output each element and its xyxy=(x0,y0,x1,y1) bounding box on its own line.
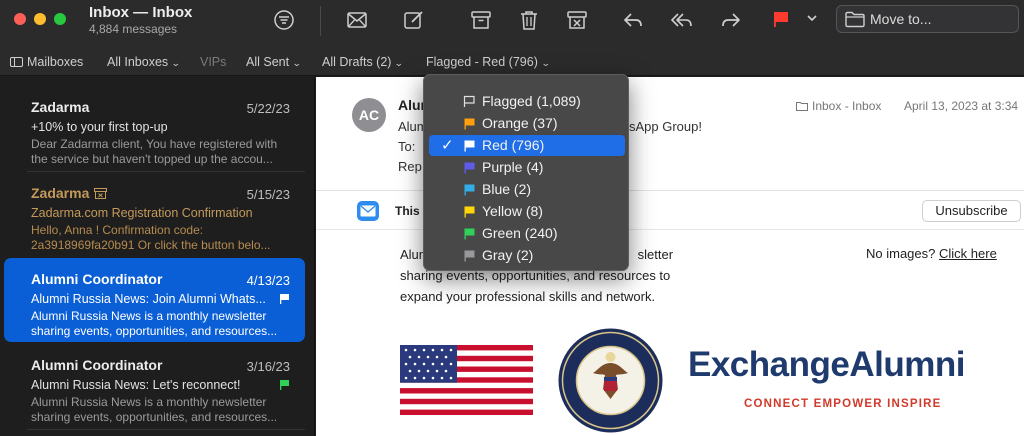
message-subject: Alumni Russia News: Join Alumni Whats... xyxy=(31,292,266,306)
reply-icon[interactable] xyxy=(619,8,647,32)
flag-icon[interactable] xyxy=(772,10,790,28)
avatar: AC xyxy=(352,98,386,132)
menu-item-flagged[interactable]: Flagged (1,089) xyxy=(429,91,625,112)
all-sent-button[interactable]: All Sent ⌄ xyxy=(246,55,302,69)
menu-item-green[interactable]: Green (240) xyxy=(429,223,625,244)
checkmark-icon: ✓ xyxy=(441,137,454,154)
menu-item-yellow[interactable]: Yellow (8) xyxy=(429,201,625,222)
chevron-down-icon: ⌄ xyxy=(540,58,551,68)
toolbar: Inbox — Inbox 4,884 messages Move to... xyxy=(0,0,1024,48)
message-list: Zadarma 5/22/23 +10% to your first top-u… xyxy=(0,77,315,436)
chevron-down-icon: ⌄ xyxy=(171,58,181,68)
us-flag-image xyxy=(400,345,533,415)
flag-icon xyxy=(280,294,289,304)
header-date: April 13, 2023 at 3:34 xyxy=(904,99,1019,113)
message-row-selected[interactable]: Alumni Coordinator 4/13/23 Alumni Russia… xyxy=(4,258,305,342)
banner-text: This xyxy=(395,204,420,218)
menu-item-blue[interactable]: Blue (2) xyxy=(429,179,625,200)
menu-item-purple[interactable]: Purple (4) xyxy=(429,157,625,178)
message-sender: Zadarma xyxy=(31,99,90,115)
junk-icon xyxy=(94,188,108,199)
vips-button[interactable]: VIPs xyxy=(200,55,226,69)
gray-flag-icon xyxy=(464,250,475,262)
click-here-link[interactable]: Click here xyxy=(939,246,997,261)
message-count: 4,884 messages xyxy=(89,22,178,36)
menu-item-orange[interactable]: Orange (37) xyxy=(429,113,625,134)
zoom-window-button[interactable] xyxy=(54,13,66,25)
mailboxes-button[interactable]: Mailboxes xyxy=(10,55,83,69)
chevron-down-icon: ⌄ xyxy=(291,58,302,68)
logo-tagline: CONNECT EMPOWER INSPIRE xyxy=(744,398,942,410)
message-preview: Alumni Russia News is a monthly newslett… xyxy=(31,395,278,424)
close-window-button[interactable] xyxy=(14,13,26,25)
no-images-notice: No images? Click here xyxy=(866,246,997,261)
purple-flag-icon xyxy=(464,162,475,174)
minimize-window-button[interactable] xyxy=(34,13,46,25)
header-reply-to: Rep xyxy=(398,159,422,174)
mail-icon xyxy=(357,201,379,221)
filter-icon[interactable] xyxy=(270,8,298,32)
toolbar-divider xyxy=(320,6,321,36)
menu-item-red[interactable]: ✓ Red (796) xyxy=(429,135,625,156)
compose-icon[interactable] xyxy=(400,8,428,32)
reply-all-icon[interactable] xyxy=(668,8,696,32)
folder-icon xyxy=(796,102,808,111)
chevron-down-icon: ⌄ xyxy=(394,58,405,68)
trash-icon[interactable] xyxy=(515,8,543,32)
message-sender: Zadarma xyxy=(31,185,108,201)
folder-icon xyxy=(845,11,865,28)
forward-icon[interactable] xyxy=(717,8,745,32)
message-subject: Zadarma.com Registration Confirmation xyxy=(31,206,253,220)
header-subject-tail: sApp Group! xyxy=(629,119,702,134)
state-department-seal-image xyxy=(558,328,663,433)
flag-filter-menu: Flagged (1,089) Orange (37) ✓ Red (796) … xyxy=(423,74,629,271)
all-inboxes-button[interactable]: All Inboxes ⌄ xyxy=(107,55,181,69)
unsubscribe-button[interactable]: Unsubscribe xyxy=(922,200,1021,222)
message-row[interactable]: Zadarma 5/15/23 Zadarma.com Registration… xyxy=(4,172,305,256)
message-subject: Alumni Russia News: Let's reconnect! xyxy=(31,378,241,392)
exchange-alumni-logo: ExchangeAlumni xyxy=(688,345,965,384)
message-preview: Alumni Russia News is a monthly newslett… xyxy=(31,309,278,338)
message-date: 5/15/23 xyxy=(246,187,290,202)
move-to-label: Move to... xyxy=(870,11,932,27)
message-subject: +10% to your first top-up xyxy=(31,120,168,134)
message-sender: Alumni Coordinator xyxy=(31,357,163,373)
move-to-button[interactable]: Move to... xyxy=(836,5,1019,33)
message-row[interactable]: Alumni Coordinator 3/16/23 Alumni Russia… xyxy=(4,344,305,428)
flag-outline-icon xyxy=(463,95,475,107)
favorites-bar: Mailboxes All Inboxes ⌄ VIPs All Sent ⌄ Al… xyxy=(0,48,1024,76)
message-preview: Hello, Anna ! Confirmation code: 2a391896… xyxy=(31,223,271,252)
sidebar-icon xyxy=(10,57,23,67)
blue-flag-icon xyxy=(464,184,475,196)
message-date: 4/13/23 xyxy=(246,273,290,288)
chevron-down-icon[interactable] xyxy=(806,12,818,24)
message-row[interactable]: Zadarma 5/22/23 +10% to your first top-u… xyxy=(4,86,305,170)
flagged-button[interactable]: Flagged - Red (796) ⌄ xyxy=(426,55,551,69)
orange-flag-icon xyxy=(464,118,475,130)
archive-icon[interactable] xyxy=(467,8,495,32)
row-divider xyxy=(27,429,305,430)
window-title: Inbox — Inbox xyxy=(89,4,193,21)
header-mailbox: Inbox - Inbox xyxy=(796,99,881,113)
yellow-flag-icon xyxy=(464,206,475,218)
junk-icon[interactable] xyxy=(563,8,591,32)
all-drafts-button[interactable]: All Drafts (2) ⌄ xyxy=(322,55,405,69)
get-mail-icon[interactable] xyxy=(343,8,371,32)
message-date: 3/16/23 xyxy=(246,359,290,374)
message-date: 5/22/23 xyxy=(246,101,290,116)
message-preview: Dear Zadarma client, You have registered… xyxy=(31,137,278,166)
header-to: To: xyxy=(398,139,416,154)
menu-item-gray[interactable]: Gray (2) xyxy=(429,245,625,266)
message-sender: Alumni Coordinator xyxy=(31,271,163,287)
green-flag-icon xyxy=(464,228,475,240)
red-flag-icon xyxy=(464,140,475,152)
flag-icon xyxy=(280,380,289,390)
